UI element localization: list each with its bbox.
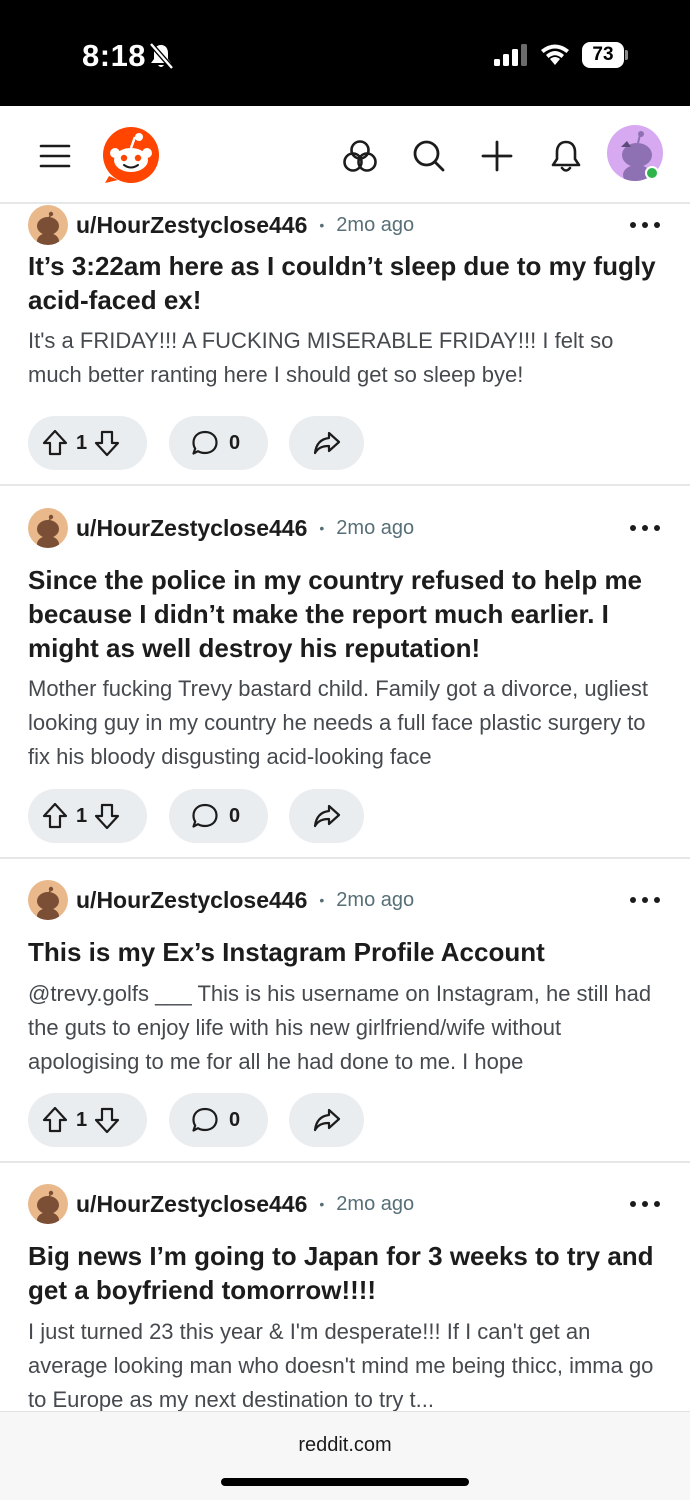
post-title[interactable]: It’s 3:22am here as I couldn’t sleep due… (28, 249, 664, 317)
vote-control: 1 (28, 1093, 147, 1147)
post-time: 2mo ago (336, 213, 415, 236)
reddit-logo[interactable] (102, 126, 160, 184)
post-meta: u/HourZestyclose446 • 2mo ago (28, 507, 414, 549)
battery-level: 73 (582, 42, 624, 68)
downvote-icon[interactable] (94, 1106, 120, 1134)
post-feed: u/HourZestyclose446 • 2mo ago It’s 3:22a… (0, 205, 690, 1411)
post-card[interactable]: u/HourZestyclose446 • 2mo ago This is my… (0, 859, 690, 1163)
author-avatar[interactable] (28, 205, 68, 245)
downvote-icon[interactable] (94, 802, 120, 830)
post-title[interactable]: Since the police in my country refused t… (28, 563, 664, 665)
comments-button[interactable]: 0 (169, 416, 268, 470)
upvote-icon[interactable] (42, 429, 68, 457)
post-body[interactable]: It's a FRIDAY!!! A FUCKING MISERABLE FRI… (28, 324, 668, 392)
upvote-icon[interactable] (42, 802, 68, 830)
hamburger-icon[interactable] (35, 136, 75, 176)
post-meta: u/HourZestyclose446 • 2mo ago (28, 879, 414, 921)
share-button[interactable] (289, 1093, 364, 1147)
post-meta: u/HourZestyclose446 • 2mo ago (28, 1183, 414, 1225)
post-author[interactable]: u/HourZestyclose446 (76, 515, 307, 542)
cellular-signal-icon (494, 44, 527, 66)
bell-icon[interactable] (546, 136, 586, 176)
meta-separator: • (319, 217, 325, 233)
post-time: 2mo ago (336, 516, 415, 539)
status-time: 8:18 (82, 38, 147, 73)
post-card[interactable]: u/HourZestyclose446 • 2mo ago Big news I… (0, 1163, 690, 1411)
vote-count: 1 (76, 431, 88, 454)
post-time: 2mo ago (336, 1192, 415, 1215)
post-author[interactable]: u/HourZestyclose446 (76, 1191, 307, 1218)
post-body[interactable]: Mother fucking Trevy bastard child. Fami… (28, 672, 668, 774)
battery-nub (625, 50, 628, 60)
post-author[interactable]: u/HourZestyclose446 (76, 212, 307, 239)
comments-button[interactable]: 0 (169, 1093, 268, 1147)
wifi-icon (541, 44, 569, 65)
more-options-icon[interactable] (630, 1194, 660, 1214)
post-meta: u/HourZestyclose446 • 2mo ago (28, 205, 414, 246)
more-options-icon[interactable] (630, 890, 660, 910)
app-header (0, 106, 690, 204)
downvote-icon[interactable] (94, 429, 120, 457)
plus-icon[interactable] (477, 136, 517, 176)
comment-icon (192, 430, 218, 455)
vote-count: 1 (76, 804, 88, 827)
post-body[interactable]: @trevy.golfs ___ This is his username on… (28, 977, 668, 1079)
post-time: 2mo ago (336, 888, 415, 911)
vote-control: 1 (28, 416, 147, 470)
search-icon[interactable] (409, 136, 449, 176)
share-button[interactable] (289, 416, 364, 470)
status-bar: 8:18 73 (0, 0, 690, 106)
comment-count: 0 (229, 1108, 241, 1131)
share-button[interactable] (289, 789, 364, 843)
author-avatar[interactable] (28, 1184, 68, 1224)
more-options-icon[interactable] (630, 518, 660, 538)
post-title[interactable]: Big news I’m going to Japan for 3 weeks … (28, 1239, 664, 1307)
url-domain[interactable]: reddit.com (0, 1434, 690, 1457)
upvote-icon[interactable] (42, 1106, 68, 1134)
battery-indicator: 73 (582, 42, 628, 68)
comments-button[interactable]: 0 (169, 789, 268, 843)
vote-count: 1 (76, 1108, 88, 1131)
comment-icon (192, 1107, 218, 1132)
author-avatar[interactable] (28, 508, 68, 548)
post-actions: 1 0 (28, 416, 364, 470)
post-body[interactable]: I just turned 23 this year & I'm despera… (28, 1315, 668, 1411)
post-actions: 1 0 (28, 1093, 364, 1147)
post-author[interactable]: u/HourZestyclose446 (76, 887, 307, 914)
meta-separator: • (319, 520, 325, 536)
author-avatar[interactable] (28, 880, 68, 920)
share-icon (313, 804, 340, 828)
browser-bottom-bar: reddit.com (0, 1411, 690, 1500)
meta-separator: • (319, 892, 325, 908)
post-actions: 1 0 (28, 789, 364, 843)
communities-icon[interactable] (340, 136, 380, 176)
post-title[interactable]: This is my Ex’s Instagram Profile Accoun… (28, 935, 664, 969)
share-icon (313, 1108, 340, 1132)
comment-count: 0 (229, 804, 241, 827)
more-options-icon[interactable] (630, 215, 660, 235)
bell-slash-icon (149, 42, 174, 70)
comment-count: 0 (229, 431, 241, 454)
online-status-dot (645, 166, 659, 180)
post-card[interactable]: u/HourZestyclose446 • 2mo ago Since the … (0, 486, 690, 859)
home-indicator[interactable] (221, 1478, 469, 1486)
share-icon (313, 431, 340, 455)
meta-separator: • (319, 1196, 325, 1212)
comment-icon (192, 803, 218, 828)
post-card[interactable]: u/HourZestyclose446 • 2mo ago It’s 3:22a… (0, 205, 690, 486)
vote-control: 1 (28, 789, 147, 843)
